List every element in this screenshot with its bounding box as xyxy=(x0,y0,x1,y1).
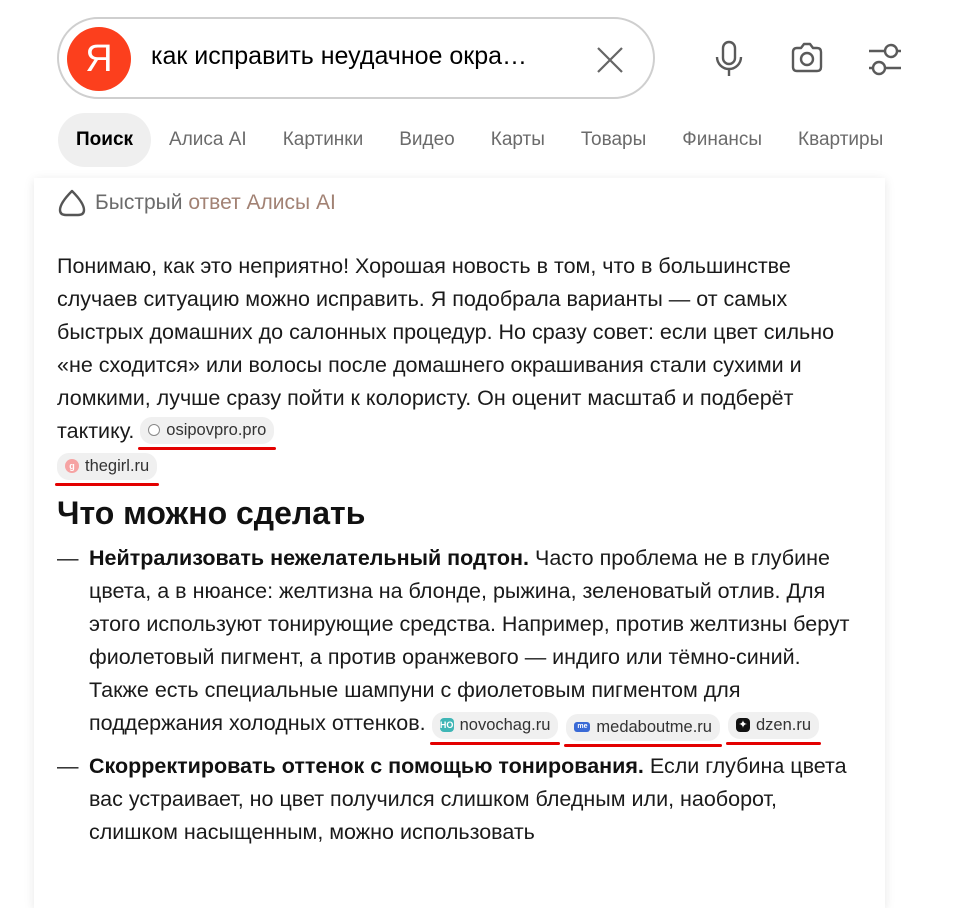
source-chip-label: medaboutme.ru xyxy=(596,717,712,736)
alice-icon xyxy=(58,189,86,217)
source-chip[interactable]: me medaboutme.ru xyxy=(564,713,722,747)
source-chip[interactable]: НО novochag.ru xyxy=(429,711,561,745)
settings-sliders-icon[interactable] xyxy=(866,40,904,78)
tab-alice-ai[interactable]: Алиса AI xyxy=(151,113,265,167)
microphone-icon[interactable] xyxy=(710,40,748,78)
close-icon[interactable] xyxy=(595,45,625,75)
search-bar[interactable]: Я как исправить неудачное окра… xyxy=(57,17,655,99)
tab-images[interactable]: Картинки xyxy=(265,113,382,167)
intro-text: Понимаю, как это неприятно! Хорошая ново… xyxy=(57,254,835,443)
yandex-logo[interactable]: Я xyxy=(67,27,131,91)
list-item-bold: Нейтрализовать нежелательный подтон. xyxy=(89,546,530,570)
list-item: — Скорректировать оттенок с помощью тони… xyxy=(57,750,857,849)
list-dash: — xyxy=(57,546,79,570)
answer-header: Быстрый ответ Алисы AI xyxy=(57,188,336,218)
tab-video[interactable]: Видео xyxy=(381,113,473,167)
dzen-favicon-icon: ✦ xyxy=(735,718,750,732)
tab-finance[interactable]: Финансы xyxy=(664,113,780,167)
source-chip[interactable]: osipovpro.pro xyxy=(138,416,277,450)
source-chip-label: novochag.ru xyxy=(459,715,551,734)
tab-search[interactable]: Поиск xyxy=(58,113,152,167)
camera-search-icon[interactable] xyxy=(788,40,826,78)
medaboutme-favicon-icon: me xyxy=(574,722,591,732)
search-tabs: Поиск Алиса AI Картинки Видео Карты Това… xyxy=(58,113,901,167)
tab-products[interactable]: Товары xyxy=(563,113,664,167)
answer-title-accent: ответ Алисы AI xyxy=(188,191,336,214)
list-item-text: Часто проблема не в глубине цвета, а в н… xyxy=(89,546,850,735)
answer-intro: Понимаю, как это неприятно! Хорошая ново… xyxy=(54,250,857,486)
osipovpro-favicon-icon xyxy=(148,424,161,436)
source-chip-label: osipovpro.pro xyxy=(166,420,267,439)
answer-title-prefix: Быстрый xyxy=(95,191,189,214)
answer-title: Быстрый ответ Алисы AI xyxy=(95,191,336,215)
list-item: — Нейтрализовать нежелательный подтон. Ч… xyxy=(57,542,857,747)
answer-content: Понимаю, как это неприятно! Хорошая ново… xyxy=(54,250,857,858)
source-chip[interactable]: ✦ dzen.ru xyxy=(725,711,822,745)
source-chip-label: thegirl.ru xyxy=(85,456,150,475)
source-chip[interactable]: g thegirl.ru xyxy=(54,452,160,486)
section-title: Что можно сделать xyxy=(57,495,366,531)
tab-apartments[interactable]: Квартиры xyxy=(780,113,901,167)
thegirl-favicon-icon: g xyxy=(65,459,79,473)
list-dash: — xyxy=(57,753,79,778)
list-item-bold: Скорректировать оттенок с помощью тониро… xyxy=(89,753,644,778)
tab-maps[interactable]: Карты xyxy=(473,113,563,167)
list-item-body: Нейтрализовать нежелательный подтон. Час… xyxy=(89,542,857,747)
novochag-favicon-icon: НО xyxy=(439,718,454,732)
search-input[interactable]: как исправить неудачное окра… xyxy=(151,42,527,71)
list-item-body: Скорректировать оттенок с помощью тониро… xyxy=(89,750,857,849)
source-chip-label: dzen.ru xyxy=(755,715,812,734)
